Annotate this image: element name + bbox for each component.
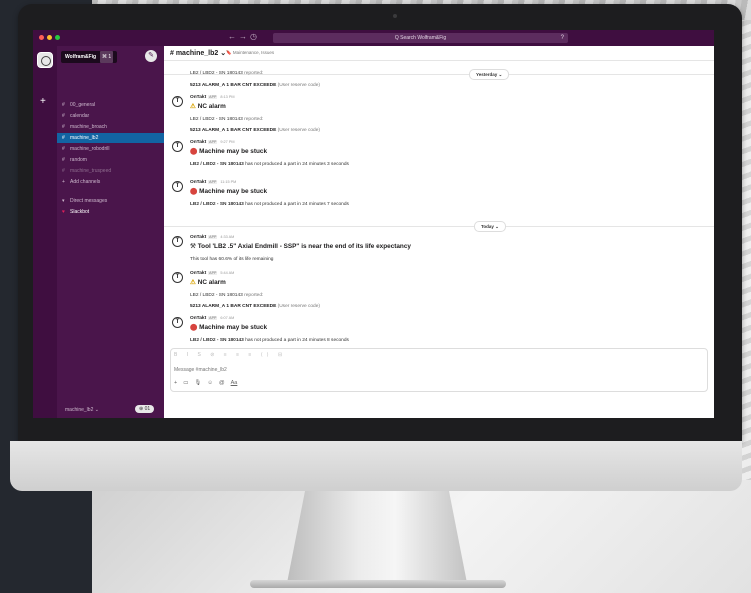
app-badge: APP [208, 271, 218, 275]
imac-chin [10, 441, 742, 491]
day-divider [164, 226, 714, 227]
imac-stand [287, 491, 467, 583]
app-badge: APP [208, 95, 218, 99]
warning-icon: ⚠ [190, 279, 196, 286]
message-sender[interactable]: OnTakt APP 11:15 PM [190, 180, 236, 185]
sidebar-item-machine-lb2[interactable]: # machine_lb2 [57, 133, 164, 143]
day-pill-yesterday[interactable]: Yesterday ⌄ [469, 69, 510, 80]
app-badge: APP [208, 180, 218, 184]
message-line: 5213 ALARM_A 1 BAR CNT EXCEEDE (User res… [190, 304, 320, 309]
ontakt-avatar[interactable]: T [172, 96, 183, 107]
app-badge: APP [208, 316, 218, 320]
day-pill-today[interactable]: Today ⌄ [474, 221, 506, 232]
direct-messages-header[interactable]: ▾ Direct messages [57, 196, 164, 206]
message-title: ⚒ Tool 'LB2 .5" Axial Endmill - SSP'' is … [190, 243, 411, 250]
message-line: This tool has 60.6% of its life remainin… [190, 257, 274, 262]
history-nav[interactable]: ←→◷ [228, 32, 260, 41]
message-line: LB2 / LBD2 - SN 180143 reported: [190, 71, 264, 76]
sidebar-item-machine-robodrill[interactable]: # machine_robodrill [57, 144, 164, 154]
message-sender[interactable]: OnTakt APP 9:27 PM [190, 140, 235, 145]
message-sender[interactable]: OnTakt APP 5:44 AM [190, 271, 234, 276]
search-bar[interactable]: Q Search Wolfram&Fig ? [273, 33, 568, 43]
sidebar-item-slackbot[interactable]: ♥ Slackbot [57, 207, 164, 217]
message-time: 8:13 PM [220, 95, 235, 99]
huddle-button[interactable]: ⊕ 01 [135, 405, 155, 413]
workspace-icon[interactable] [37, 52, 53, 68]
message-line: LB2 / LBD2 - SN 180143 reported: [190, 293, 264, 298]
zoom-dot[interactable] [55, 35, 60, 40]
message-sender[interactable]: OnTakt APP 6:07 AM [190, 316, 234, 321]
message-line: LB2 / LBD2 - SN 180143 has not produced … [190, 202, 349, 207]
imac-stand-base [250, 580, 506, 588]
message-line: LB2 / LBD2 - SN 180143 has not produced … [190, 162, 349, 167]
stop-icon: ⬤ [190, 188, 198, 195]
channel-topic[interactable]: 🔖 Maintenance, Issues [226, 50, 274, 56]
message-line: LB2 / LBD2 - SN 180143 has not produced … [190, 338, 349, 343]
message-time: 4:33 AM [220, 235, 235, 239]
channel-header: # machine_lb2 ⌄ 🔖 Maintenance, Issues [164, 46, 714, 61]
message-time: 6:07 AM [220, 316, 235, 320]
message-title: ⬤ Machine may be stuck [190, 148, 267, 155]
compose-icon[interactable]: ✎ [145, 50, 157, 62]
message-title: ⚠ NC alarm [190, 279, 226, 286]
sidebar-item-random[interactable]: # random [57, 155, 164, 165]
sidebar-item-calendar[interactable]: # calendar [57, 111, 164, 121]
sidebar-item-machine-broach[interactable]: # machine_broach [57, 122, 164, 132]
app-badge: APP [208, 140, 218, 144]
message-sender[interactable]: OnTakt APP 4:33 AM [190, 235, 234, 240]
footer-channel-switcher[interactable]: machine_lb2 ⌄ [65, 407, 99, 413]
add-channels-button[interactable]: + Add channels [57, 177, 164, 187]
stop-icon: ⬤ [190, 324, 198, 331]
ontakt-avatar[interactable]: T [172, 236, 183, 247]
add-workspace-icon[interactable]: + [40, 96, 46, 107]
workspace-shortcut-badge: ⌘ 1 [100, 51, 114, 63]
message-line: 5213 ALARM_A 1 BAR CNT EXCEEDE (User res… [190, 83, 320, 88]
message-time: 5:44 AM [220, 271, 235, 275]
ontakt-avatar[interactable]: T [172, 181, 183, 192]
message-time: 11:15 PM [220, 180, 237, 184]
slack-window: ←→◷ Q Search Wolfram&Fig ? + Wolfram&Fig… [33, 30, 714, 418]
message-pane: # machine_lb2 ⌄ 🔖 Maintenance, Issues Ye… [164, 46, 714, 418]
app-badge: APP [208, 235, 218, 239]
message-title: ⬤ Machine may be stuck [190, 324, 267, 331]
ontakt-avatar[interactable]: T [172, 141, 183, 152]
message-line: LB2 / LBD2 - SN 180143 reported: [190, 117, 264, 122]
composer-box [170, 348, 708, 392]
message-time: 9:27 PM [220, 140, 235, 144]
workspace-name[interactable]: Wolfram&Fig ⌘ 1 [61, 51, 118, 63]
message-title: ⬤ Machine may be stuck [190, 188, 267, 195]
sidebar-footer: machine_lb2 ⌄ ⊕ 01 [57, 402, 164, 418]
search-placeholder: Q Search Wolfram&Fig [394, 35, 447, 41]
window-controls [39, 35, 60, 40]
stop-icon: ⬤ [190, 148, 198, 155]
minimize-dot[interactable] [47, 35, 52, 40]
sidebar-item-00-general[interactable]: #00_general [57, 100, 164, 110]
message-line: 5213 ALARM_A 1 BAR CNT EXCEEDE (User res… [190, 128, 320, 133]
camera [393, 14, 397, 18]
message-sender[interactable]: OnTakt APP 8:13 PM [190, 95, 235, 100]
title-bar: ←→◷ Q Search Wolfram&Fig ? [33, 30, 714, 46]
warning-icon: ⚠ [190, 103, 196, 110]
ontakt-avatar[interactable]: T [172, 317, 183, 328]
slackbot-icon: ♥ [62, 209, 65, 215]
workspace-rail: + [33, 46, 57, 418]
close-dot[interactable] [39, 35, 44, 40]
sidebar-item-machine-truspeed[interactable]: # machine_truspeed [57, 166, 164, 176]
sidebar: Wolfram&Fig ⌘ 1 ✎ #00_general # calendar … [57, 46, 164, 418]
message-title: ⚠ NC alarm [190, 103, 226, 110]
ontakt-avatar[interactable]: T [172, 272, 183, 283]
tools-icon: ⚒ [190, 243, 196, 250]
help-icon[interactable]: ? [561, 33, 564, 43]
channel-name[interactable]: # machine_lb2 ⌄ [170, 49, 226, 57]
